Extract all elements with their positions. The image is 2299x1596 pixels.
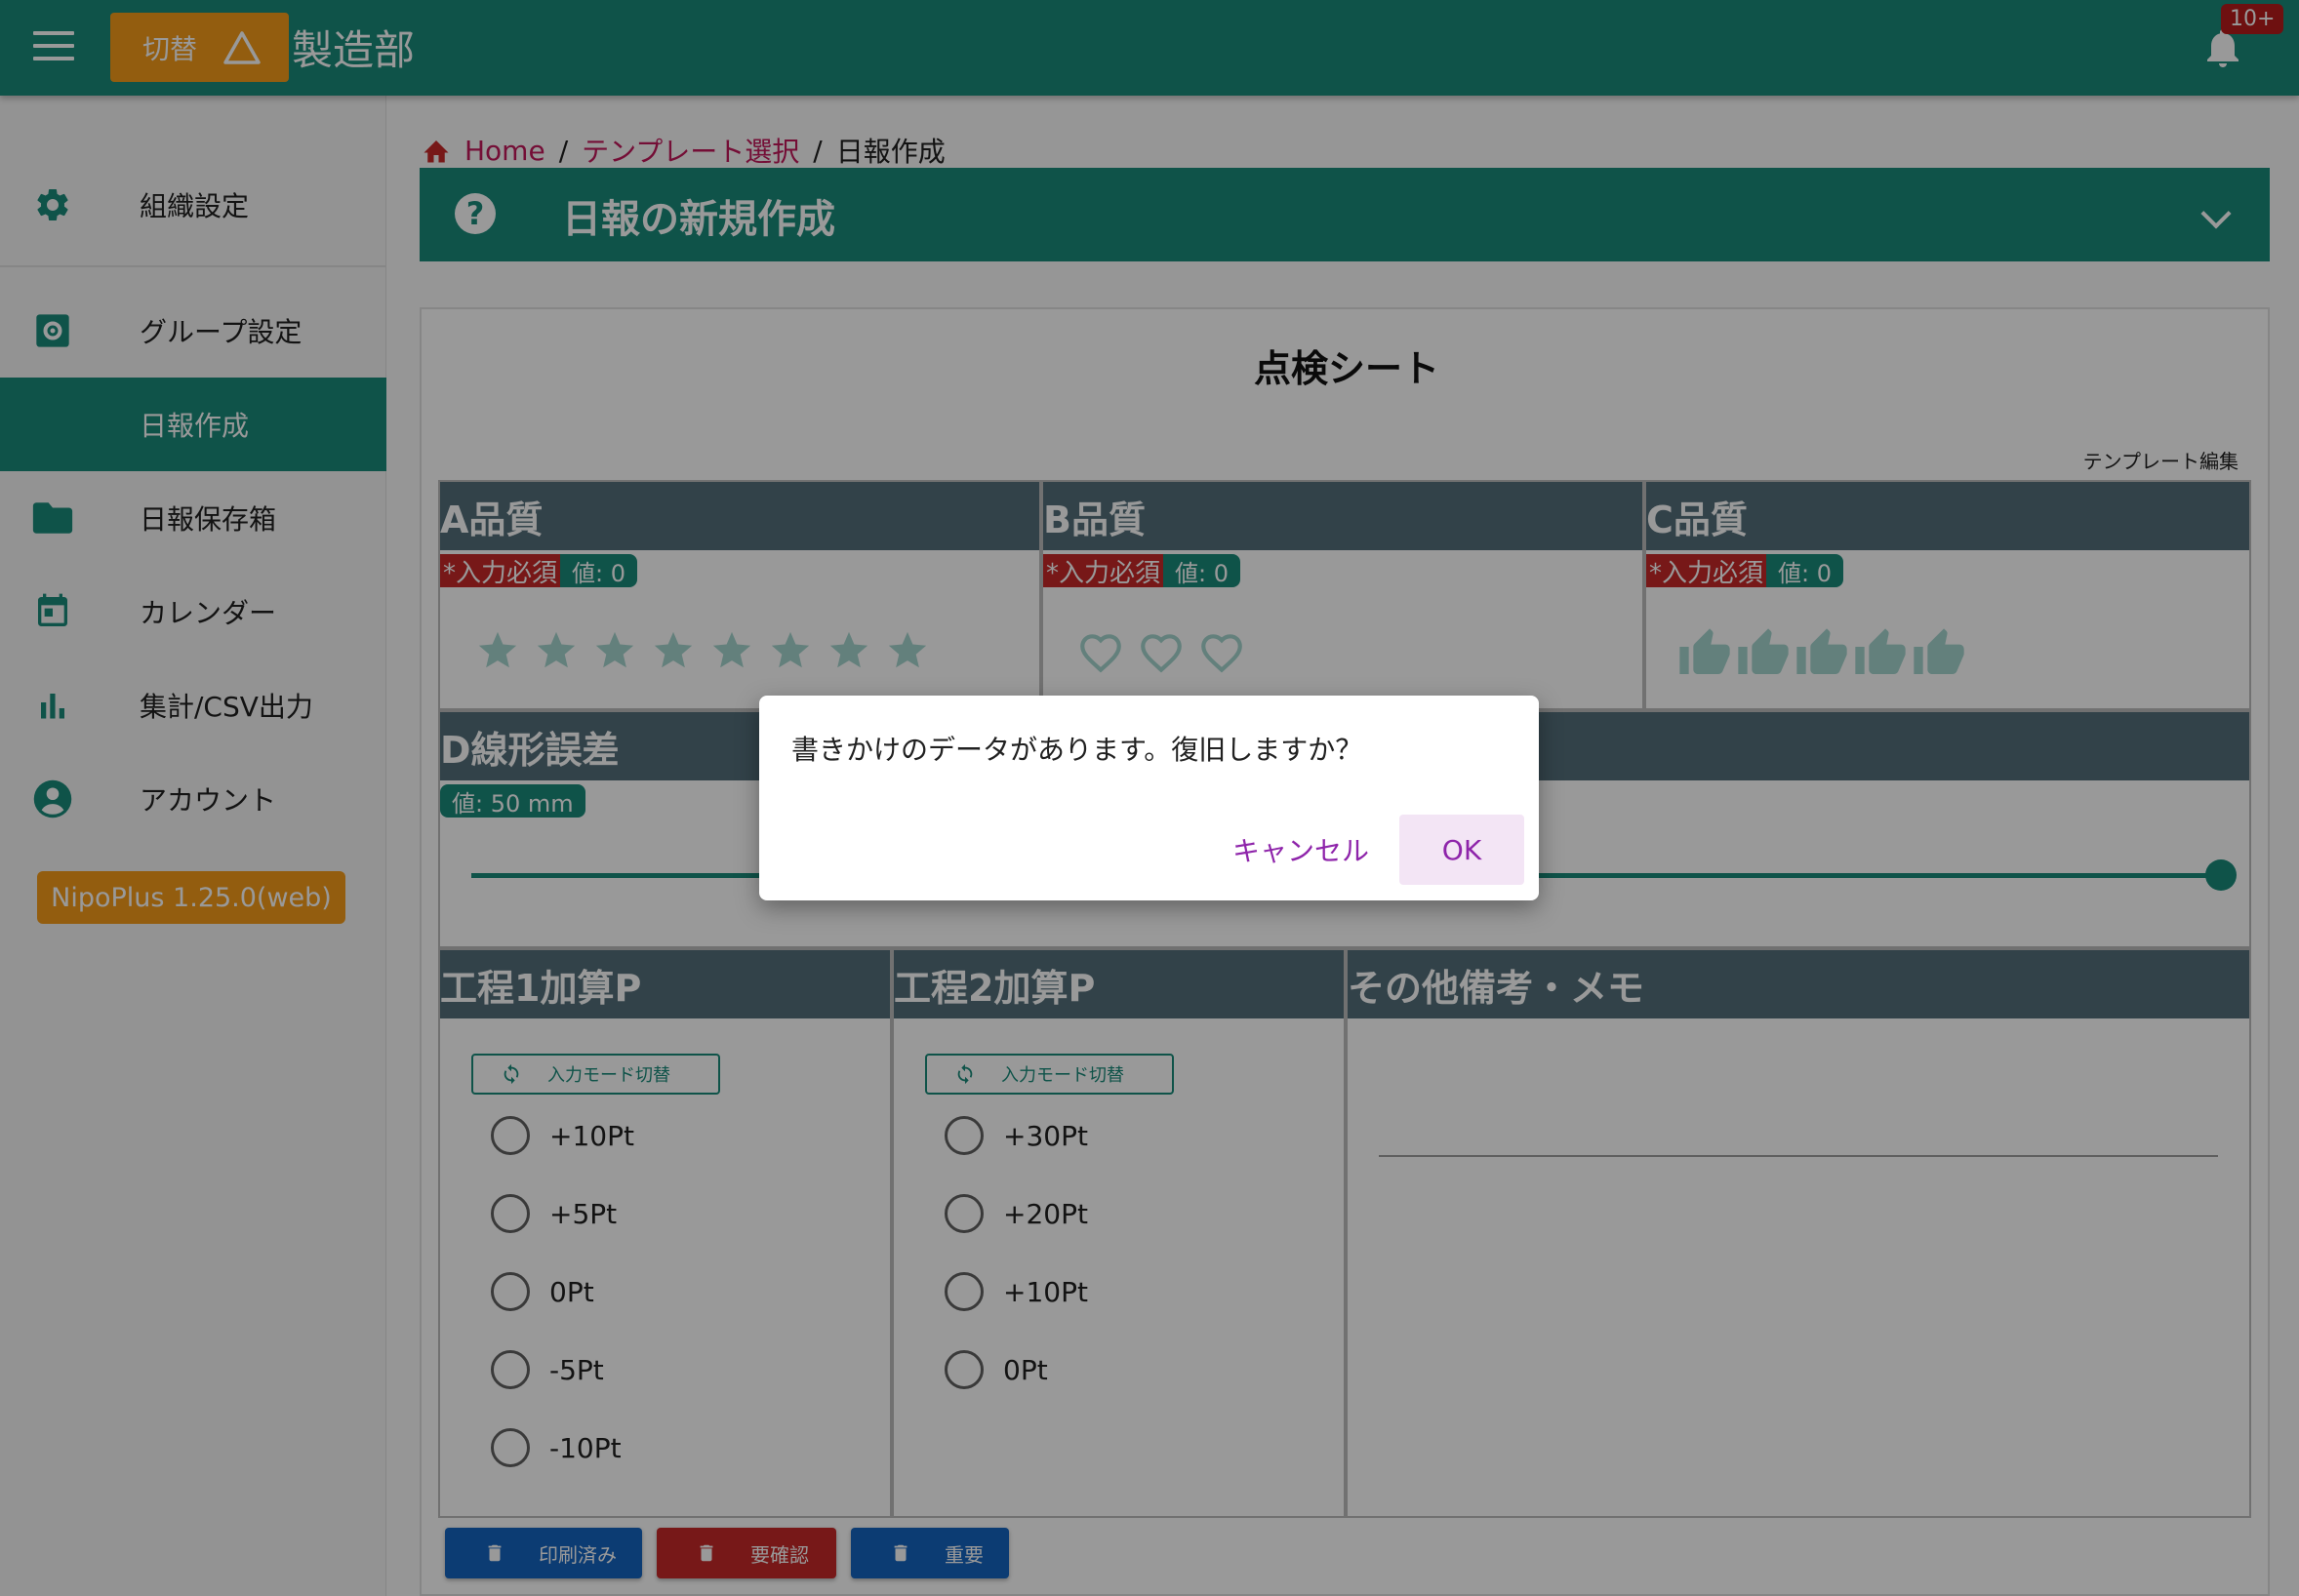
dialog-message: 書きかけのデータがあります。復旧しますか？ <box>791 734 1363 766</box>
restore-dialog: 書きかけのデータがあります。復旧しますか？ キャンセル OK <box>759 696 1539 900</box>
cancel-button[interactable]: キャンセル <box>1226 815 1376 885</box>
ok-button[interactable]: OK <box>1399 815 1524 885</box>
